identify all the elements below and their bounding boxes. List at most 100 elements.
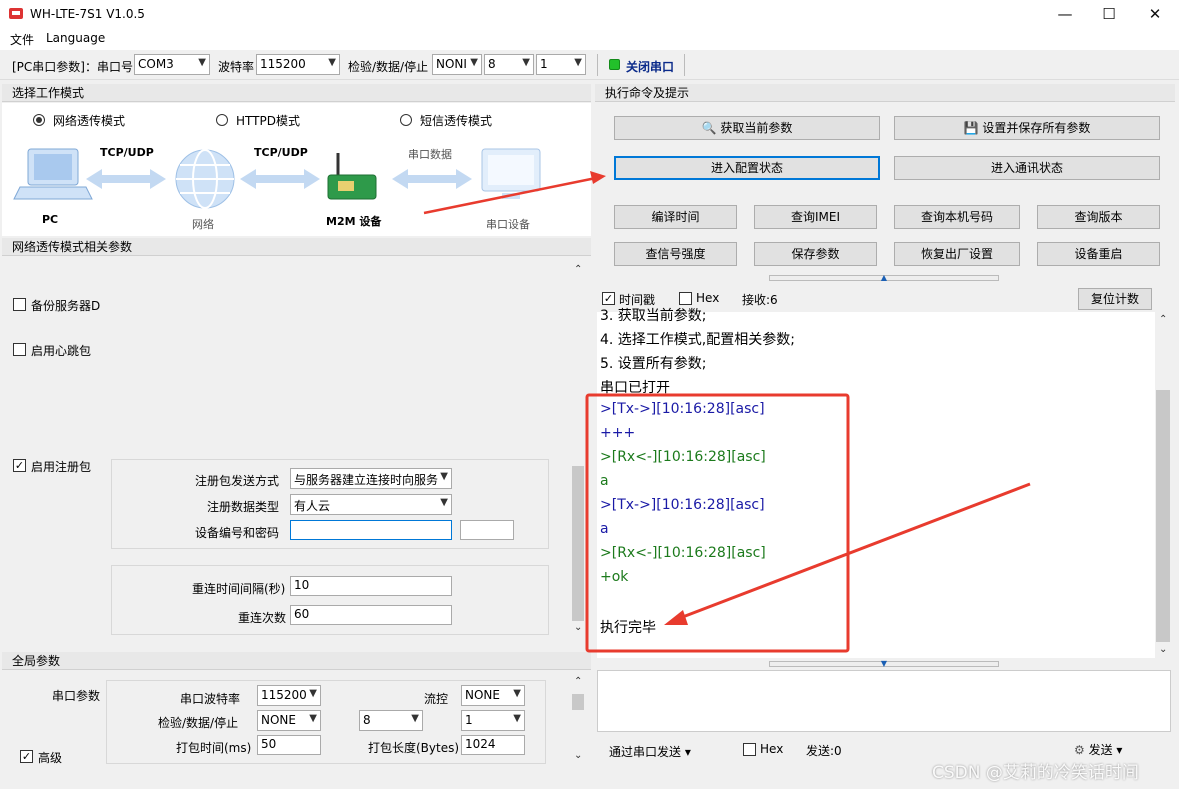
watermark: CSDN @艾莉的冷笑话时间	[932, 763, 1139, 783]
serial-toolbar: [PC串口参数]：串口号 COM3 ▼ 波特率 115200 ▼ 检验/数据/停止 …	[0, 50, 1179, 80]
reg-type-label: 注册数据类型	[207, 500, 280, 514]
log-scroll-thumb[interactable]	[1156, 390, 1170, 642]
factory-reset-button[interactable]: 恢复出厂设置	[894, 242, 1020, 266]
baud-select[interactable]: 115200 ▼	[256, 54, 340, 75]
arrow-to-config-head	[590, 171, 606, 184]
g-databits-select[interactable]: 8 ▼	[359, 710, 423, 731]
net-params-scroll-thumb[interactable]	[572, 466, 584, 621]
log-line: 3. 获取当前参数;	[600, 308, 707, 324]
query-imei-button[interactable]: 查询IMEI	[754, 205, 877, 229]
title-bar: WH-LTE-7S1 V1.0.5 — ☐ ✕	[0, 0, 1179, 30]
log-line: >[Rx<-][10:16:28][asc]	[600, 449, 766, 465]
g-parity-label: 检验/数据/停止	[158, 716, 239, 730]
compile-time-button[interactable]: 编译时间	[614, 205, 737, 229]
diagram-m2m-label: M2M 设备	[326, 215, 382, 228]
pc-params-label: [PC串口参数]：串口号	[12, 60, 133, 74]
heartbeat-label: 启用心跳包	[31, 344, 92, 358]
stopbits-select[interactable]: 1 ▼	[536, 54, 586, 75]
reconnect-interval-input[interactable]: 10	[290, 576, 452, 596]
device-id-label: 设备编号和密码	[195, 526, 280, 540]
net-params-panel: 备份服务器D 启用心跳包 ✓ 启用注册包 注册包发送方式 与服务器建立连接时向服…	[2, 257, 570, 642]
enter-config-button[interactable]: 进入配置状态	[614, 156, 880, 180]
diagram-serial-label: 串口设备	[486, 218, 530, 231]
app-icon	[9, 8, 23, 19]
device-pwd-input[interactable]	[460, 520, 514, 540]
top-splitter[interactable]: ▲	[597, 274, 1171, 282]
device-restart-button[interactable]: 设备重启	[1037, 242, 1160, 266]
reg-type-select[interactable]: 有人云 ▼	[290, 494, 452, 515]
link-arrow-2	[240, 169, 320, 189]
g-pack-time-label: 打包时间(ms)	[176, 741, 252, 755]
reg-send-label: 注册包发送方式	[195, 474, 280, 488]
hex-recv-label: Hex	[696, 291, 720, 305]
databits-select[interactable]: 8 ▼	[484, 54, 534, 75]
enter-comm-button[interactable]: 进入通讯状态	[894, 156, 1160, 180]
g-pack-time-input[interactable]: 50	[257, 735, 321, 755]
advanced-label: 高级	[38, 751, 63, 765]
reset-count-button[interactable]: 复位计数	[1078, 288, 1152, 310]
signal-strength-button[interactable]: 查信号强度	[614, 242, 737, 266]
query-phone-button[interactable]: 查询本机号码	[894, 205, 1020, 229]
send-button[interactable]: ⚙ 发送 ▾	[1074, 741, 1122, 758]
send-icon: ⚙	[1074, 743, 1085, 757]
reconnect-count-label: 重连次数	[238, 611, 287, 625]
set-save-all-button[interactable]: 💾 设置并保存所有参数	[894, 116, 1160, 140]
log-line: >[Rx<-][10:16:28][asc]	[600, 545, 766, 561]
advanced-checkbox[interactable]: ✓	[20, 750, 33, 763]
register-checkbox[interactable]: ✓	[13, 459, 26, 472]
query-version-button[interactable]: 查询版本	[1037, 205, 1160, 229]
menu-bar: 文件 Language	[0, 30, 1179, 50]
serial-device-icon	[481, 148, 541, 199]
backup-server-label: 备份服务器D	[31, 299, 101, 313]
g-baud-select[interactable]: 115200 ▼	[257, 685, 321, 706]
pc-icon	[13, 148, 93, 200]
send-input[interactable]	[597, 670, 1171, 732]
hex-send-label: Hex	[760, 742, 784, 756]
reg-send-select[interactable]: 与服务器建立连接时向服务 ▼	[290, 468, 452, 489]
diagram-network-label: 网络	[192, 218, 214, 231]
log-line: a	[600, 521, 609, 537]
hex-recv-checkbox[interactable]	[679, 292, 692, 305]
log-line: 串口已打开	[600, 380, 670, 396]
mode-section-title: 选择工作模式	[2, 84, 591, 102]
send-via-dropdown[interactable]: 通过串口发送 ▾	[609, 743, 691, 760]
hex-send-checkbox[interactable]	[743, 743, 756, 756]
reconnect-count-input[interactable]: 60	[290, 605, 452, 625]
diagram-link2-label: TCP/UDP	[254, 146, 308, 159]
timestamp-checkbox[interactable]: ✓	[602, 292, 615, 305]
port-select[interactable]: COM3 ▼	[134, 54, 210, 75]
g-pack-len-input[interactable]: 1024	[461, 735, 525, 755]
heartbeat-checkbox[interactable]	[13, 343, 26, 356]
close-port-button[interactable]: 关闭串口	[626, 58, 674, 75]
diagram-pc-label: PC	[42, 213, 59, 226]
log-line: 4. 选择工作模式,配置相关参数;	[600, 332, 795, 348]
maximize-button[interactable]: ☐	[1086, 0, 1132, 30]
g-pack-len-label: 打包长度(Bytes)	[368, 741, 460, 755]
diagram-link3-label: 串口数据	[408, 148, 452, 161]
g-baud-label: 串口波特率	[180, 692, 241, 706]
get-params-button[interactable]: 🔍 获取当前参数	[614, 116, 880, 140]
log-line: +ok	[600, 569, 629, 585]
minimize-button[interactable]: —	[1042, 0, 1088, 30]
menu-language[interactable]: Language	[46, 31, 105, 45]
global-params-scrollbar[interactable]: ⌃ ⌄	[570, 672, 586, 768]
g-parity-select[interactable]: NONE ▼	[257, 710, 321, 731]
reconnect-interval-label: 重连时间间隔(秒)	[192, 582, 286, 596]
log-line: >[Tx->][10:16:28][asc]	[600, 497, 765, 513]
backup-server-checkbox[interactable]	[13, 298, 26, 311]
close-button[interactable]: ✕	[1132, 0, 1178, 30]
g-flow-select[interactable]: NONE ▼	[461, 685, 525, 706]
bottom-splitter[interactable]: ▼	[597, 660, 1171, 668]
net-params-scrollbar[interactable]: ⌃ ⌄	[570, 258, 586, 640]
m2m-device-icon	[327, 153, 377, 200]
g-flow-label: 流控	[424, 692, 449, 706]
log-scrollbar[interactable]: ⌃ ⌄	[1155, 312, 1171, 660]
save-params-button[interactable]: 保存参数	[754, 242, 877, 266]
menu-file[interactable]: 文件	[10, 31, 34, 48]
parity-select[interactable]: NONI ▼	[432, 54, 482, 75]
device-id-input[interactable]	[290, 520, 452, 540]
baud-label: 波特率	[218, 60, 255, 74]
serial-params-label: 串口参数	[52, 689, 101, 703]
log-line: 执行完毕	[600, 620, 656, 636]
g-stopbits-select[interactable]: 1 ▼	[461, 710, 525, 731]
